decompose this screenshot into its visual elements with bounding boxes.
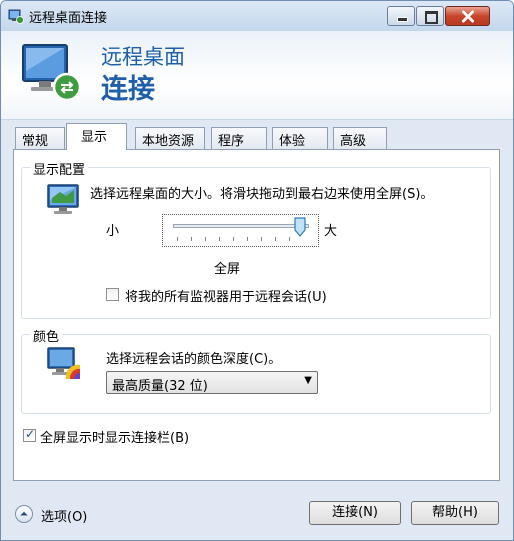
color-depth-description: 选择远程会话的颜色深度(C)。: [106, 352, 282, 367]
slider-tick: [191, 237, 192, 241]
options-toggle-icon[interactable]: [15, 505, 33, 523]
tab-general[interactable]: 常规: [15, 127, 65, 149]
all-monitors-label[interactable]: 将我的所有监视器用于远程会话(U): [125, 286, 327, 305]
display-config-group: 显示配置 选择远程桌面的大小。将滑块拖动到最右边来使用全屏(S)。 小 大 全屏…: [21, 159, 491, 319]
display-size-slider[interactable]: [162, 214, 319, 247]
title-bar[interactable]: 远程桌面连接: [1, 1, 513, 31]
slider-tick: [261, 237, 262, 241]
slider-tick: [177, 237, 178, 241]
color-palette-icon: [47, 347, 80, 379]
header-title-line2: 连接: [101, 74, 155, 105]
remote-desktop-app-icon: [8, 9, 24, 24]
minimize-button[interactable]: [387, 6, 415, 26]
tab-local-resources[interactable]: 本地资源: [135, 127, 205, 149]
color-depth-value: 最高质量(32 位): [112, 379, 208, 394]
slider-value-label: 全屏: [214, 262, 241, 277]
slider-min-label: 小: [106, 224, 120, 239]
colors-label: 颜色: [30, 326, 63, 345]
slider-tick: [219, 237, 220, 241]
chevron-up-icon: [20, 511, 28, 516]
remote-desktop-logo-icon: [22, 44, 82, 102]
close-button[interactable]: [445, 6, 490, 26]
slider-tick: [247, 237, 248, 241]
slider-tick: [205, 237, 206, 241]
slider-track: [173, 224, 309, 228]
window-title: 远程桌面连接: [29, 11, 108, 26]
chevron-down-icon: ▼: [304, 375, 312, 386]
maximize-button[interactable]: [416, 6, 444, 26]
color-depth-select[interactable]: 最高质量(32 位) ▼: [106, 371, 318, 394]
tab-display[interactable]: 显示: [66, 123, 127, 150]
connection-bar-label[interactable]: 全屏显示时显示连接栏(B): [40, 427, 189, 446]
header-banner: 远程桌面 连接: [1, 31, 513, 120]
maximize-icon: [425, 11, 438, 24]
slider-tick: [233, 237, 234, 241]
connect-button[interactable]: 连接(N): [309, 501, 401, 525]
slider-tick: [275, 237, 276, 241]
minimize-icon: [397, 17, 408, 22]
tab-advanced[interactable]: 高级: [333, 127, 387, 149]
remote-desktop-window: 远程桌面连接 远程桌面 连接 常规 显示 本地资源 程序 体验 高级 显示配置 …: [0, 0, 514, 541]
all-monitors-checkbox[interactable]: [106, 288, 119, 301]
slider-thumb[interactable]: [294, 217, 306, 237]
monitor-display-icon: [47, 184, 79, 214]
tab-experience[interactable]: 体验: [272, 127, 328, 149]
slider-max-label: 大: [324, 224, 338, 239]
tab-programs[interactable]: 程序: [211, 127, 267, 149]
display-size-description: 选择远程桌面的大小。将滑块拖动到最右边来使用全屏(S)。: [90, 187, 434, 202]
options-label[interactable]: 选项(O): [41, 506, 87, 525]
slider-tick: [289, 237, 290, 241]
close-icon: [461, 10, 475, 23]
display-config-label: 显示配置: [30, 159, 89, 178]
display-tab-panel: 显示配置 选择远程桌面的大小。将滑块拖动到最右边来使用全屏(S)。 小 大 全屏…: [13, 149, 500, 481]
colors-group: 颜色 选择远程会话的颜色深度(C)。 最高质量(32 位) ▼: [21, 326, 491, 414]
help-button[interactable]: 帮助(H): [411, 501, 499, 525]
connection-bar-checkbox[interactable]: [23, 427, 36, 442]
